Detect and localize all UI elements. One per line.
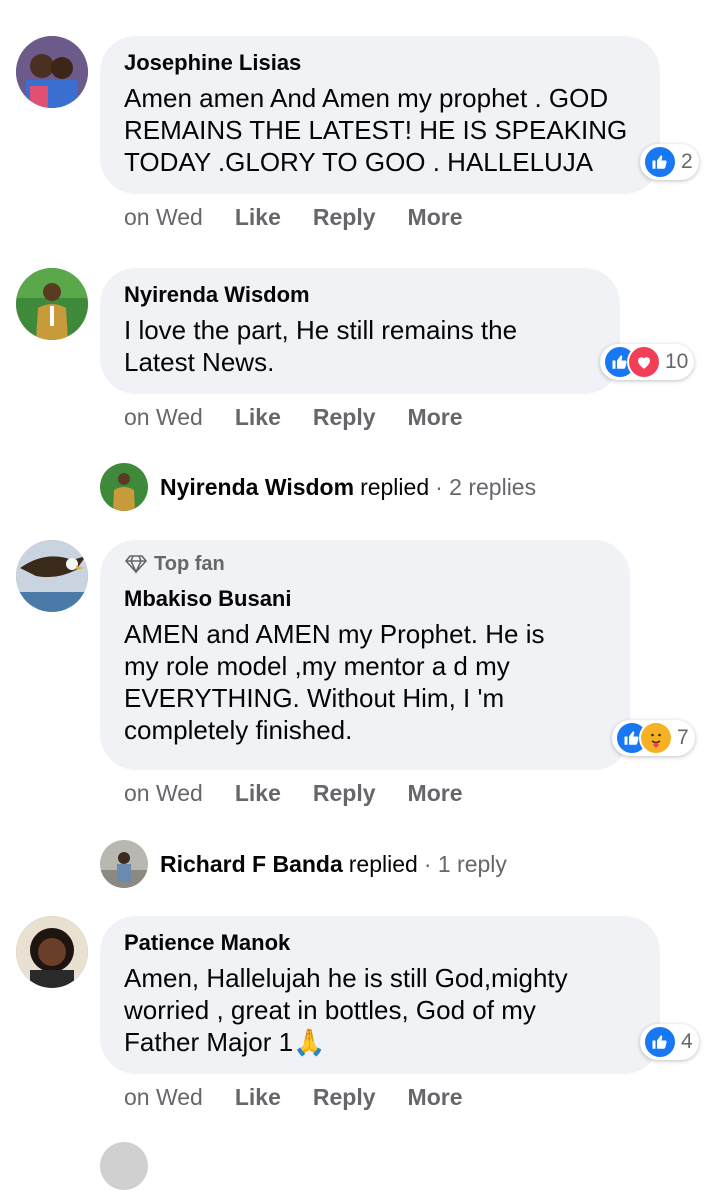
diamond-icon [124, 555, 148, 574]
top-fan-badge: Top fan [124, 552, 606, 576]
reaction-summary[interactable]: 10 [600, 344, 695, 380]
like-icon [643, 145, 677, 179]
comment-bubble: Top fan Mbakiso Busani AMEN and AMEN my … [100, 540, 630, 770]
replier-name[interactable]: Richard F Banda [160, 851, 343, 878]
comment-text: AMEN and AMEN my Prophet. He is my role … [124, 619, 545, 745]
like-button[interactable]: Like [235, 780, 281, 807]
timestamp[interactable]: on Wed [124, 204, 203, 231]
comment-actions: on Wed Like Reply More [124, 204, 494, 231]
comment-text: I love the part, He still remains the La… [124, 315, 518, 377]
comment-actions: on Wed Like Reply More [124, 780, 494, 807]
reaction-count: 2 [681, 150, 693, 173]
view-replies-link[interactable]: Richard F Banda replied · 1 reply [100, 840, 507, 888]
commenter-name[interactable]: Patience Manok [124, 930, 636, 956]
love-icon [627, 345, 661, 379]
comment-actions: on Wed Like Reply More [124, 404, 494, 431]
reaction-count: 7 [677, 726, 689, 749]
timestamp[interactable]: on Wed [124, 780, 203, 807]
care-icon [639, 721, 673, 755]
reaction-count: 10 [665, 350, 689, 373]
timestamp[interactable]: on Wed [124, 404, 203, 431]
reply-button[interactable]: Reply [313, 1084, 376, 1111]
like-button[interactable]: Like [235, 1084, 281, 1111]
comment-actions: on Wed Like Reply More [124, 1084, 494, 1111]
avatar[interactable] [100, 1142, 148, 1190]
reply-button[interactable]: Reply [313, 404, 376, 431]
comment-text: Amen, Hallelujah he is still God,mighty … [124, 963, 568, 1057]
reaction-summary[interactable]: 7 [612, 720, 695, 756]
comment-bubble: Patience Manok Amen, Hallelujah he is st… [100, 916, 660, 1074]
reply-count: · 1 reply [423, 850, 507, 877]
like-button[interactable]: Like [235, 404, 281, 431]
commenter-name[interactable]: Josephine Lisias [124, 50, 636, 76]
avatar[interactable] [16, 916, 88, 988]
comment-text: Amen amen And Amen my prophet . GOD REMA… [124, 83, 628, 177]
reply-button[interactable]: Reply [313, 780, 376, 807]
reaction-count: 4 [681, 1030, 693, 1053]
more-button[interactable]: More [408, 780, 463, 807]
view-replies-link[interactable]: Nyirenda Wisdom replied · 2 replies [100, 463, 536, 511]
replier-name[interactable]: Nyirenda Wisdom [160, 474, 354, 501]
reaction-summary[interactable]: 4 [640, 1024, 699, 1060]
like-button[interactable]: Like [235, 204, 281, 231]
replied-label: replied [348, 850, 418, 877]
like-icon [643, 1025, 677, 1059]
reply-button[interactable]: Reply [313, 204, 376, 231]
replied-label: replied [360, 473, 430, 500]
avatar[interactable] [16, 268, 88, 340]
timestamp[interactable]: on Wed [124, 1084, 203, 1111]
avatar [100, 463, 148, 511]
commenter-name[interactable]: Nyirenda Wisdom [124, 282, 596, 308]
avatar [100, 840, 148, 888]
reply-count: · 2 replies [435, 473, 537, 500]
comment-bubble: Nyirenda Wisdom I love the part, He stil… [100, 268, 620, 394]
commenter-name[interactable]: Mbakiso Busani [124, 586, 606, 612]
badge-label: Top fan [154, 553, 225, 575]
comment-bubble: Josephine Lisias Amen amen And Amen my p… [100, 36, 660, 194]
avatar[interactable] [16, 540, 88, 612]
more-button[interactable]: More [408, 204, 463, 231]
more-button[interactable]: More [408, 1084, 463, 1111]
avatar[interactable] [16, 36, 88, 108]
more-button[interactable]: More [408, 404, 463, 431]
reaction-summary[interactable]: 2 [640, 144, 699, 180]
